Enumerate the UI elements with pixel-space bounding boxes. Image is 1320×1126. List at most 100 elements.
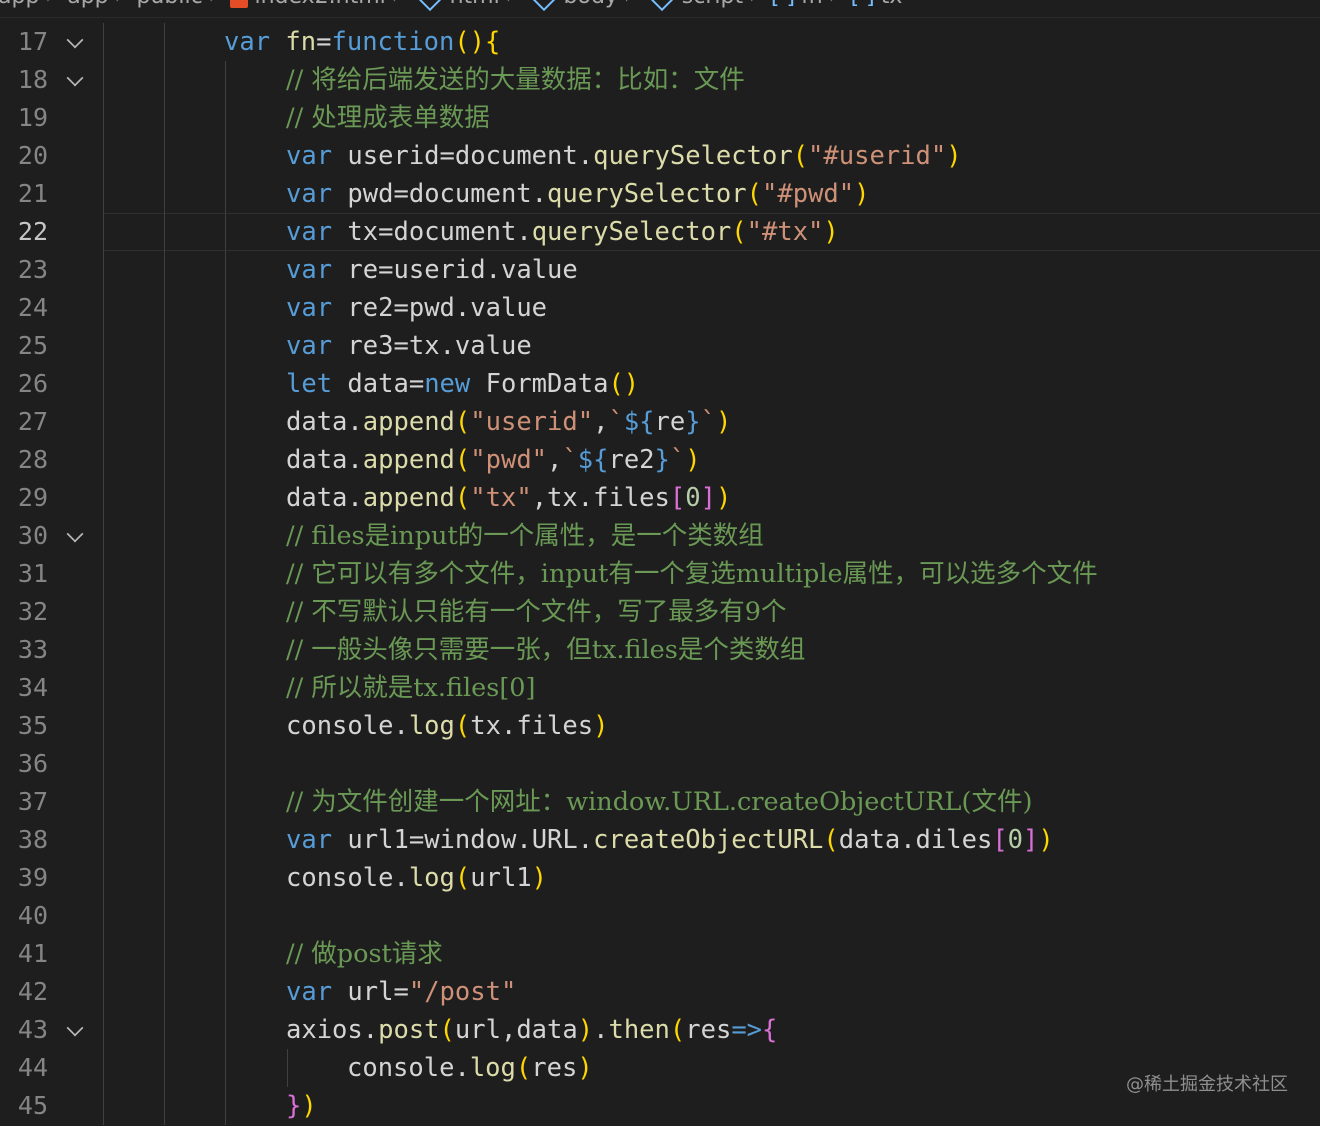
- line-number: 35: [17, 711, 48, 740]
- symbol-element-icon: [415, 0, 444, 12]
- code-line[interactable]: 40: [0, 897, 1320, 935]
- indent-guide: [225, 479, 226, 517]
- code-line[interactable]: 35 console.log(tx.files): [0, 707, 1320, 745]
- code-line[interactable]: 30 // files是input的一个属性，是一个类数组: [0, 517, 1320, 555]
- fold-chevron-icon[interactable]: [66, 31, 84, 49]
- breadcrumb-item-script[interactable]: script: [682, 0, 743, 9]
- breadcrumb-item-file[interactable]: index2.html: [254, 0, 385, 9]
- indent-guide: [225, 821, 226, 859]
- code-line[interactable]: 45 }): [0, 1087, 1320, 1125]
- indent-guide: [225, 213, 226, 251]
- code-line[interactable]: 34 // 所以就是tx.files[0]: [0, 669, 1320, 707]
- line-number: 27: [17, 407, 48, 436]
- line-number: 26: [17, 369, 48, 398]
- chevron-right-icon: ›: [45, 0, 54, 9]
- breadcrumb-item-app-2[interactable]: app: [67, 0, 108, 9]
- code-text: var userid=document.querySelector("#user…: [286, 141, 962, 171]
- indent-guide: [164, 365, 165, 403]
- symbol-element-icon: [647, 0, 676, 12]
- chevron-right-icon: ›: [624, 0, 633, 9]
- indent-guide: [103, 555, 104, 593]
- code-line[interactable]: 37 // 为文件创建一个网址：window.URL.createObjectU…: [0, 783, 1320, 821]
- indent-guide: [103, 517, 104, 555]
- code-text: var re=userid.value: [286, 255, 578, 285]
- breadcrumb-item-body[interactable]: body: [564, 0, 618, 9]
- indent-guide: [164, 821, 165, 859]
- indent-guide: [164, 175, 165, 213]
- line-number: 28: [17, 445, 48, 474]
- indent-guide: [164, 213, 165, 251]
- code-line[interactable]: 26 let data=new FormData(): [0, 365, 1320, 403]
- line-number: 40: [17, 901, 48, 930]
- code-line[interactable]: 25 var re3=tx.value: [0, 327, 1320, 365]
- indent-guide: [225, 555, 226, 593]
- code-line-current[interactable]: 22 var tx=document.querySelector("#tx"): [0, 213, 1320, 251]
- code-line[interactable]: 36: [0, 745, 1320, 783]
- code-line[interactable]: 42 var url="/post": [0, 973, 1320, 1011]
- fold-chevron-icon[interactable]: [66, 1019, 84, 1037]
- indent-guide: [164, 289, 165, 327]
- indent-guide: [225, 251, 226, 289]
- symbol-variable-icon: [ ]: [771, 0, 795, 9]
- indent-guide: [103, 327, 104, 365]
- code-line[interactable]: 31 // 它可以有多个文件，input有一个复选multiple属性，可以选多…: [0, 555, 1320, 593]
- code-line[interactable]: 32 // 不写默认只能有一个文件，写了最多有9个: [0, 593, 1320, 631]
- indent-guide: [103, 669, 104, 707]
- indent-guide: [103, 821, 104, 859]
- code-line[interactable]: 23 var re=userid.value: [0, 251, 1320, 289]
- indent-guide: [164, 327, 165, 365]
- indent-guide: [164, 745, 165, 783]
- code-line[interactable]: 33 // 一般头像只需要一张，但tx.files是个类数组: [0, 631, 1320, 669]
- code-line[interactable]: 44 console.log(res): [0, 1049, 1320, 1087]
- code-line[interactable]: 27 data.append("userid",`${re}`): [0, 403, 1320, 441]
- line-number: 45: [17, 1091, 48, 1120]
- indent-guide: [103, 289, 104, 327]
- breadcrumb-item-html[interactable]: html: [450, 0, 500, 9]
- line-number: 32: [17, 597, 48, 626]
- indent-guide: [225, 897, 226, 935]
- code-line[interactable]: 38 var url1=window.URL.createObjectURL(d…: [0, 821, 1320, 859]
- code-line[interactable]: 19 // 处理成表单数据: [0, 99, 1320, 137]
- code-line[interactable]: 28 data.append("pwd",`${re2}`): [0, 441, 1320, 479]
- code-line[interactable]: 24 var re2=pwd.value: [0, 289, 1320, 327]
- code-line[interactable]: 43 axios.post(url,data).then(res=>{: [0, 1011, 1320, 1049]
- indent-guide: [225, 327, 226, 365]
- code-line[interactable]: 20 var userid=document.querySelector("#u…: [0, 137, 1320, 175]
- line-number: 42: [17, 977, 48, 1006]
- code-line[interactable]: 18 // 将给后端发送的大量数据：比如：文件: [0, 61, 1320, 99]
- indent-guide: [103, 783, 104, 821]
- code-text: let data=new FormData(): [286, 369, 640, 399]
- code-line[interactable]: 21 var pwd=document.querySelector("#pwd"…: [0, 175, 1320, 213]
- fold-chevron-icon[interactable]: [66, 525, 84, 543]
- breadcrumb-item-fn[interactable]: fn: [801, 0, 823, 9]
- indent-guide: [225, 1087, 226, 1125]
- chevron-right-icon: ›: [115, 0, 124, 9]
- indent-guide: [164, 441, 165, 479]
- code-line[interactable]: 17 var fn=function(){: [0, 23, 1320, 61]
- line-number: 43: [17, 1015, 48, 1044]
- indent-guide: [225, 175, 226, 213]
- indent-guide: [164, 1011, 165, 1049]
- indent-guide: [164, 973, 165, 1011]
- indent-guide: [164, 1049, 165, 1087]
- indent-guide: [225, 61, 226, 99]
- code-line[interactable]: 29 data.append("tx",tx.files[0]): [0, 479, 1320, 517]
- indent-guide: [103, 973, 104, 1011]
- indent-guide: [103, 745, 104, 783]
- breadcrumb-item-tx[interactable]: tx: [881, 0, 903, 9]
- indent-guide: [225, 859, 226, 897]
- chevron-right-icon: ›: [392, 0, 401, 9]
- breadcrumb: app › app › public › index2.html › html › bod…: [0, 0, 1320, 18]
- code-line[interactable]: 39 console.log(url1): [0, 859, 1320, 897]
- fold-chevron-icon[interactable]: [66, 69, 84, 87]
- code-text: var re3=tx.value: [286, 331, 532, 361]
- comment-text: // 为文件创建一个网址：window.URL.createObjectURL(…: [286, 787, 1033, 817]
- line-number: 39: [17, 863, 48, 892]
- code-line[interactable]: 41 // 做post请求: [0, 935, 1320, 973]
- breadcrumb-item-app[interactable]: app: [0, 0, 39, 9]
- comment-text: // 它可以有多个文件，input有一个复选multiple属性，可以选多个文件: [286, 559, 1098, 589]
- indent-guide: [103, 593, 104, 631]
- code-editor[interactable]: 17 var fn=function(){ 18 // 将给后端发送的大量数据：…: [0, 23, 1320, 1126]
- indent-guide: [225, 441, 226, 479]
- breadcrumb-item-public[interactable]: public: [136, 0, 202, 9]
